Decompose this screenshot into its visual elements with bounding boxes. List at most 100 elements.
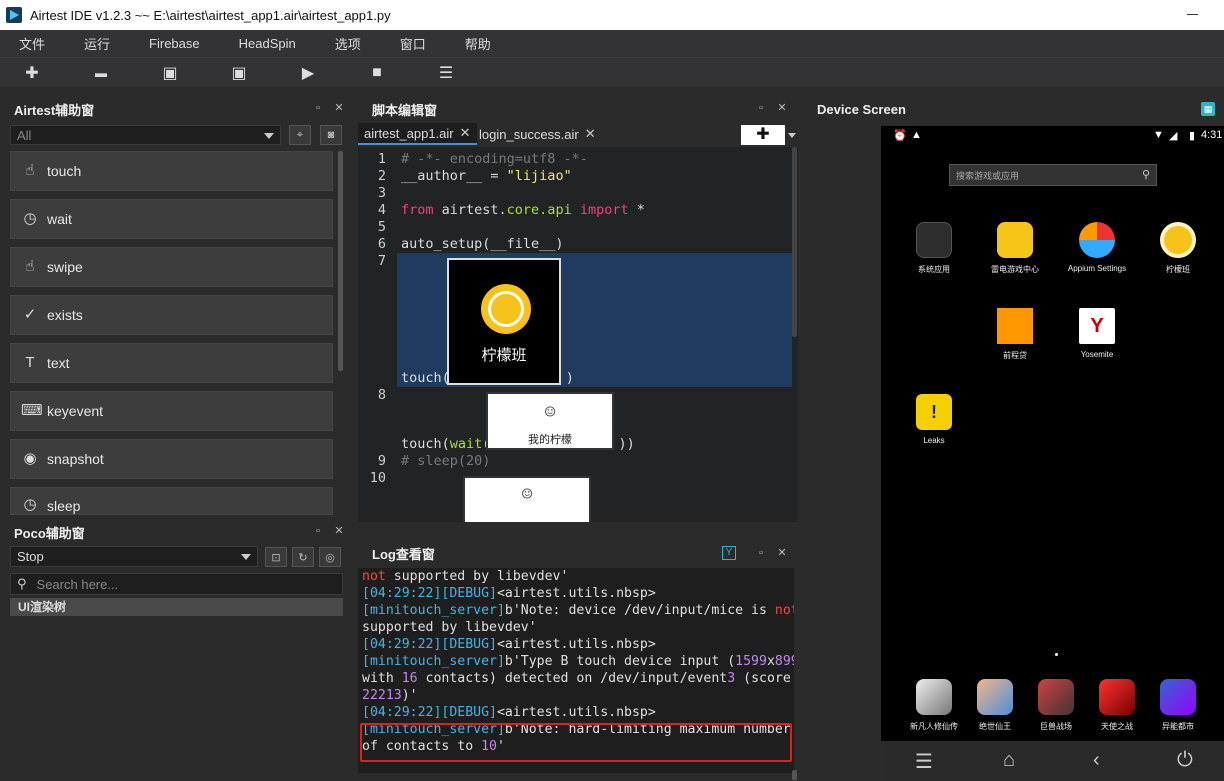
editor-panel-title: 脚本编辑窗 — [372, 102, 438, 118]
api-filter-select[interactable]: All — [10, 125, 281, 145]
poco-search-input[interactable]: ⚲ Search here... — [10, 573, 343, 595]
menu-firebase[interactable]: Firebase — [149, 36, 200, 51]
tab-airtest-app1[interactable]: airtest_app1.air ✕ — [358, 123, 477, 145]
close-panel-icon[interactable]: ✕ — [776, 102, 788, 114]
device-screen[interactable]: ⏰ ▲ ▼ ◢ ▮ 4:31 搜索游戏或应用 ⚲ 系统应用 雷电游戏中心 App… — [881, 126, 1224, 781]
code-editor[interactable]: 1 2 3 4 5 6 7 8 9 10 # -*- encoding=utf8… — [358, 147, 798, 522]
app-search-bar[interactable]: 搜索游戏或应用 ⚲ — [949, 164, 1157, 186]
menu-options[interactable]: 选项 — [335, 34, 361, 53]
leaks-warning-icon: ! — [916, 394, 952, 430]
app-system-apps[interactable]: 系统应用 — [899, 222, 969, 275]
snapshot-button[interactable]: ◉ snapshot — [10, 439, 333, 479]
menu-icon[interactable]: ☰ — [915, 749, 933, 774]
home-icon[interactable]: ⌂ — [1003, 749, 1015, 772]
menu-window[interactable]: 窗口 — [400, 34, 426, 53]
airtest-logo-icon — [6, 7, 22, 23]
refresh-icon[interactable]: ↻ — [292, 547, 314, 567]
camera-icon[interactable]: ◙ — [320, 125, 342, 145]
menu-file[interactable]: 文件 — [19, 34, 45, 53]
app-yosemite[interactable]: Y Yosemite — [1062, 308, 1132, 359]
run-icon[interactable]: ▶ — [298, 63, 318, 83]
scrollbar[interactable] — [792, 770, 797, 780]
log-report-icon[interactable]: ☰ — [436, 63, 456, 83]
menu-headspin[interactable]: HeadSpin — [239, 36, 296, 51]
menu-run[interactable]: 运行 — [84, 34, 110, 53]
search-icon: ⚲ — [17, 576, 27, 591]
save-as-icon[interactable]: ▣ — [229, 63, 249, 83]
check-circle-icon: ✓ — [23, 306, 37, 323]
line-number: 9 — [377, 453, 386, 469]
device-options-icon[interactable]: ▦ — [1201, 102, 1215, 116]
log-line: [minitouch_server]b'Type B touch device … — [362, 654, 794, 669]
close-tab-icon[interactable]: ✕ — [460, 125, 471, 141]
dock-app-5[interactable]: 异能都市 — [1143, 679, 1213, 732]
log-panel: Log查看窗 Y ▫ ✕ not supported by libevdev'[… — [358, 538, 798, 781]
sleep-button[interactable]: ◷ sleep — [10, 487, 333, 515]
scrollbar[interactable] — [338, 151, 343, 371]
back-icon[interactable]: ‹ — [1093, 749, 1100, 772]
text-button[interactable]: Ttext — [10, 343, 333, 383]
tab-login-success[interactable]: login_success.air ✕ — [473, 123, 602, 145]
dock-app-4[interactable]: 天使之战 — [1082, 679, 1152, 732]
float-panel-icon[interactable]: ▫ — [312, 102, 324, 114]
swipe-button[interactable]: ☝ swipe — [10, 247, 333, 287]
scrollbar[interactable] — [792, 147, 797, 337]
float-panel-icon[interactable]: ▫ — [755, 102, 767, 114]
code-line: # -*- encoding=utf8 -*- — [401, 151, 588, 167]
new-file-icon[interactable]: ✚ — [22, 63, 42, 83]
float-panel-icon[interactable]: ▫ — [755, 547, 767, 559]
app-lemon-ban[interactable]: 柠檬班 — [1143, 222, 1213, 275]
screenshot-thumbnail-my-lemon[interactable]: ☺ 我的柠檬 — [486, 392, 614, 450]
close-tab-icon[interactable]: ✕ — [585, 126, 596, 142]
code-line: __author__ = "lijiao" — [401, 168, 572, 184]
open-folder-icon[interactable]: ▬ — [91, 63, 111, 83]
filter-icon[interactable]: Y — [722, 546, 736, 560]
stop-icon[interactable]: ■ — [367, 63, 387, 83]
lock-icon[interactable]: ⊡ — [265, 547, 287, 567]
app-ld-game-center[interactable]: 雷电游戏中心 — [980, 222, 1050, 275]
line-number: 7 — [377, 253, 386, 269]
dock-app-3[interactable]: 巨兽战场 — [1021, 679, 1091, 732]
title-bar: Airtest IDE v1.2.3 ~~ E:\airtest\airtest… — [0, 0, 1224, 30]
app-qianchengdai[interactable]: 前程贷 — [980, 308, 1050, 361]
orange-square-icon — [997, 308, 1033, 344]
close-panel-icon[interactable]: ✕ — [333, 102, 345, 114]
log-line: [minitouch_server]b'Note: device /dev/in… — [362, 603, 794, 618]
line-number: 3 — [377, 185, 386, 201]
chevron-down-icon[interactable] — [788, 133, 796, 138]
clock-icon: ◷ — [23, 210, 37, 227]
log-line: [04:29:22][DEBUG]<airtest.utils.nbsp> — [362, 637, 656, 652]
app-leaks[interactable]: ! Leaks — [899, 394, 969, 445]
minimize-button[interactable] — [1187, 14, 1198, 15]
yosemite-icon: Y — [1079, 308, 1115, 344]
clock-icon: ◷ — [23, 496, 37, 513]
record-icon[interactable]: ◎ — [319, 547, 341, 567]
wait-button[interactable]: ◷ wait — [10, 199, 333, 239]
line-number: 1 — [377, 151, 386, 167]
screenshot-thumbnail-lemon[interactable]: 柠檬班 — [447, 258, 561, 385]
battery-icon: ▮ — [1189, 130, 1196, 142]
save-icon[interactable]: ▣ — [160, 63, 180, 83]
dock-app-1[interactable]: 新凡人修仙传 — [899, 679, 969, 732]
touch-button[interactable]: ☝ touch — [10, 151, 333, 191]
chevron-down-icon — [241, 554, 251, 560]
game-icon — [916, 679, 952, 715]
menu-help[interactable]: 帮助 — [465, 34, 491, 53]
float-panel-icon[interactable]: ▫ — [312, 525, 324, 537]
swipe-hand-icon: ☝ — [25, 258, 35, 275]
log-line: supported by libevdev' — [362, 620, 537, 635]
ui-tree-root[interactable]: UI渲染树 — [10, 598, 343, 616]
app-appium-settings[interactable]: Appium Settings — [1062, 222, 1132, 273]
close-panel-icon[interactable]: ✕ — [776, 547, 788, 559]
close-panel-icon[interactable]: ✕ — [333, 525, 345, 537]
power-icon[interactable]: ⏻ — [1177, 749, 1193, 772]
keyboard-icon: ⌨ — [21, 402, 43, 419]
poco-mode-select[interactable]: Stop — [10, 546, 258, 567]
screenshot-thumbnail-partial[interactable]: ☺ — [463, 476, 591, 522]
lemon-logo-icon — [1160, 222, 1196, 258]
keyevent-button[interactable]: ⌨ keyevent — [10, 391, 333, 431]
exists-button[interactable]: ✓ exists — [10, 295, 333, 335]
record-screen-icon[interactable]: ⌖ — [289, 125, 311, 145]
dock-app-2[interactable]: 绝世仙王 — [960, 679, 1030, 732]
new-tab-button[interactable]: ✚ — [741, 125, 785, 145]
